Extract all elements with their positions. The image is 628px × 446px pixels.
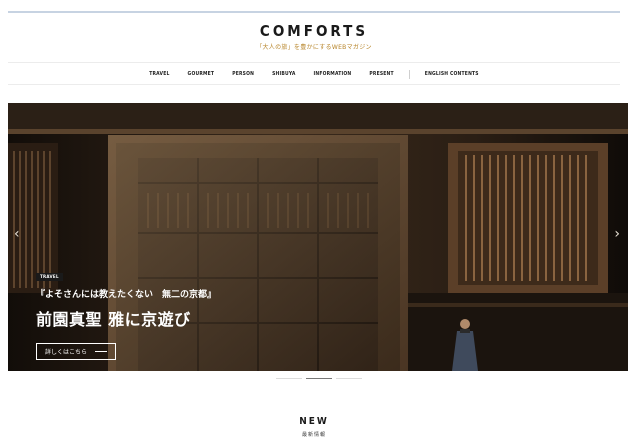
- header-divider: [8, 62, 620, 63]
- site-tagline: 「大人の旅」を豊かにするWEBマガジン: [256, 44, 372, 51]
- slider-dot-2[interactable]: [306, 378, 332, 379]
- hero-slider[interactable]: ‹ › TRAVEL 『よそさんには教えたくない 無二の京都』 前園真聖 雅に京…: [8, 103, 628, 371]
- site-header: COMFORTS 「大人の旅」を豊かにするWEBマガジン: [0, 22, 628, 51]
- hero-subtitle: 『よそさんには教えたくない 無二の京都』: [36, 290, 217, 300]
- nav-item-travel[interactable]: TRAVEL: [149, 71, 169, 77]
- slider-dot-3[interactable]: [336, 378, 362, 379]
- section-title: NEW: [299, 416, 329, 427]
- top-accent-rule: [8, 11, 620, 13]
- main-nav: TRAVEL GOURMET PERSON SHIBUYA INFORMATIO…: [0, 68, 628, 80]
- nav-divider: [8, 84, 620, 85]
- nav-item-english-contents[interactable]: ENGLISH CONTENTS: [425, 71, 479, 77]
- site-logo[interactable]: COMFORTS: [0, 22, 628, 40]
- slider-prev-button[interactable]: ‹: [14, 227, 20, 241]
- nav-item-person[interactable]: PERSON: [232, 71, 254, 77]
- section-subtitle: 最新情報: [301, 432, 326, 438]
- category-badge[interactable]: TRAVEL: [36, 273, 63, 281]
- nav-item-gourmet[interactable]: GOURMET: [188, 71, 215, 77]
- nav-item-present[interactable]: PRESENT: [369, 71, 393, 77]
- arrow-right-icon: [95, 351, 108, 352]
- slider-dot-1[interactable]: [276, 378, 302, 379]
- new-section-header: NEW 最新情報: [0, 416, 628, 438]
- chevron-left-icon: ‹: [14, 226, 20, 242]
- read-more-label: 詳しくはこちら: [45, 349, 88, 356]
- slider-next-button[interactable]: ›: [614, 227, 620, 241]
- slider-indicators: [276, 378, 362, 379]
- read-more-button[interactable]: 詳しくはこちら: [36, 343, 117, 360]
- hero-title[interactable]: 前園真聖 雅に京遊び: [36, 306, 216, 330]
- nav-item-information[interactable]: INFORMATION: [314, 71, 352, 77]
- nav-separator: [408, 69, 410, 79]
- hero-caption: TRAVEL 『よそさんには教えたくない 無二の京都』 前園真聖 雅に京遊び 詳…: [36, 263, 216, 360]
- nav-item-shibuya[interactable]: SHIBUYA: [272, 71, 295, 77]
- chevron-right-icon: ›: [614, 226, 620, 242]
